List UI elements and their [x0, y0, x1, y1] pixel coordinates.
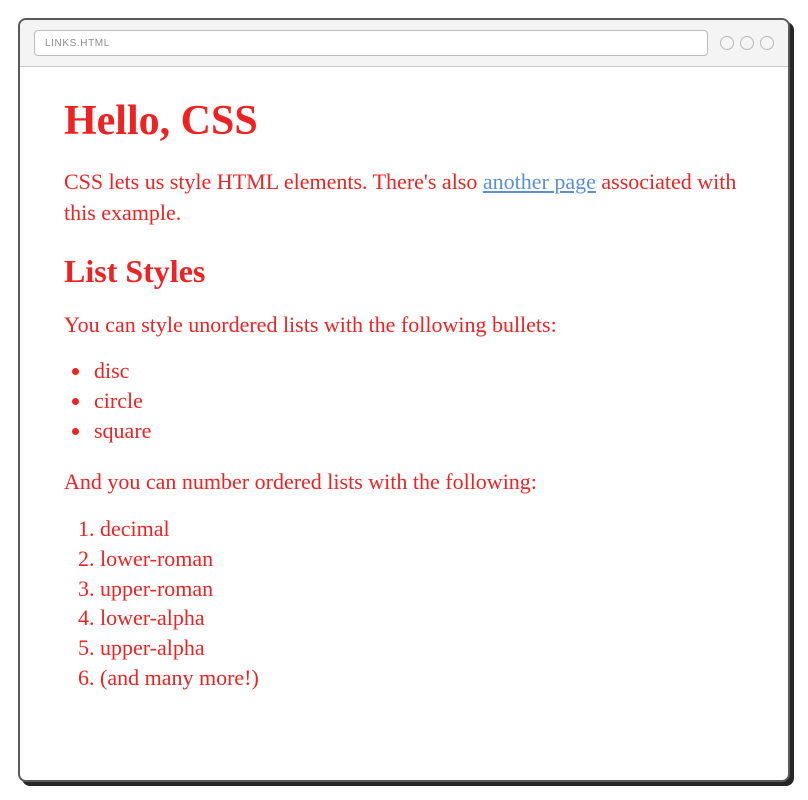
page-heading-2: List Styles	[64, 253, 744, 290]
ol-intro-paragraph: And you can number ordered lists with th…	[64, 467, 744, 498]
list-item: square	[92, 416, 744, 446]
list-item: lower-roman	[100, 544, 744, 574]
intro-text-pre: CSS lets us style HTML elements. There's…	[64, 169, 483, 194]
page-heading-1: Hello, CSS	[64, 97, 744, 145]
window-control-close[interactable]	[760, 36, 774, 50]
intro-paragraph: CSS lets us style HTML elements. There's…	[64, 167, 744, 229]
list-item: upper-alpha	[100, 633, 744, 663]
another-page-link[interactable]: another page	[483, 169, 596, 194]
list-item: lower-alpha	[100, 603, 744, 633]
page-content: Hello, CSS CSS lets us style HTML elemen…	[20, 67, 788, 780]
list-item: upper-roman	[100, 574, 744, 604]
list-item: (and many more!)	[100, 663, 744, 693]
window-control-max[interactable]	[740, 36, 754, 50]
number-style-list: decimal lower-roman upper-roman lower-al…	[64, 514, 744, 692]
browser-chrome: LINKS.HTML	[20, 20, 788, 67]
address-bar-text: LINKS.HTML	[45, 38, 110, 49]
window-controls	[720, 36, 774, 50]
ul-intro-paragraph: You can style unordered lists with the f…	[64, 310, 744, 341]
list-item: disc	[92, 356, 744, 386]
address-bar[interactable]: LINKS.HTML	[34, 30, 708, 56]
list-item: decimal	[100, 514, 744, 544]
bullet-style-list: disc circle square	[64, 356, 744, 445]
list-item: circle	[92, 386, 744, 416]
window-control-min[interactable]	[720, 36, 734, 50]
browser-window: LINKS.HTML Hello, CSS CSS lets us style …	[18, 18, 790, 782]
